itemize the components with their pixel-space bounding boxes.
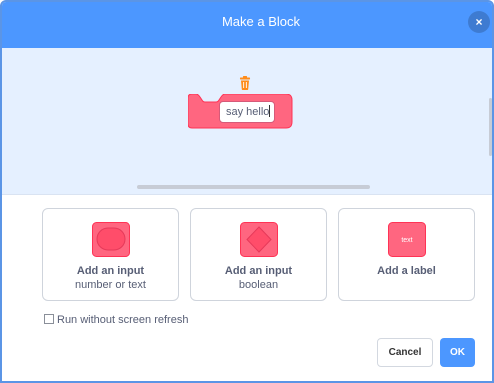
option-label-main: Add an input — [224, 265, 293, 277]
option-label-sub: number or text — [75, 279, 146, 291]
vertical-scrollbar[interactable] — [489, 98, 492, 156]
dialog-header: Make a Block × — [2, 2, 492, 48]
add-boolean-input-button[interactable]: Add an input boolean — [190, 208, 327, 301]
cancel-button[interactable]: Cancel — [377, 338, 433, 367]
block-name-text: say hello — [226, 106, 270, 118]
dialog-title: Make a Block — [221, 14, 301, 29]
checkbox-box[interactable] — [44, 314, 54, 324]
horizontal-scrollbar[interactable] — [137, 185, 370, 189]
add-number-text-input-button[interactable]: Add an input number or text — [42, 208, 179, 301]
checkbox-label: Run without screen refresh — [57, 314, 189, 326]
run-without-refresh-checkbox[interactable]: Run without screen refresh — [44, 314, 188, 326]
make-a-block-dialog: Make a Block × say hello Add an input nu — [0, 0, 494, 383]
ok-button[interactable]: OK — [440, 338, 475, 367]
close-button[interactable]: × — [468, 11, 490, 33]
label-icon-text: text — [401, 237, 412, 244]
option-label-sub: boolean — [238, 279, 279, 291]
option-label-main: Add a label — [377, 265, 436, 277]
text-caret — [269, 105, 271, 117]
option-label-main: Add an input — [76, 265, 145, 277]
label-icon: text — [387, 222, 426, 257]
trash-icon[interactable] — [239, 76, 251, 90]
block-name-input[interactable]: say hello — [219, 101, 275, 123]
add-label-button[interactable]: text Add a label — [338, 208, 475, 301]
close-icon: × — [475, 15, 483, 29]
number-text-input-icon — [91, 222, 130, 257]
boolean-input-icon — [239, 222, 278, 257]
